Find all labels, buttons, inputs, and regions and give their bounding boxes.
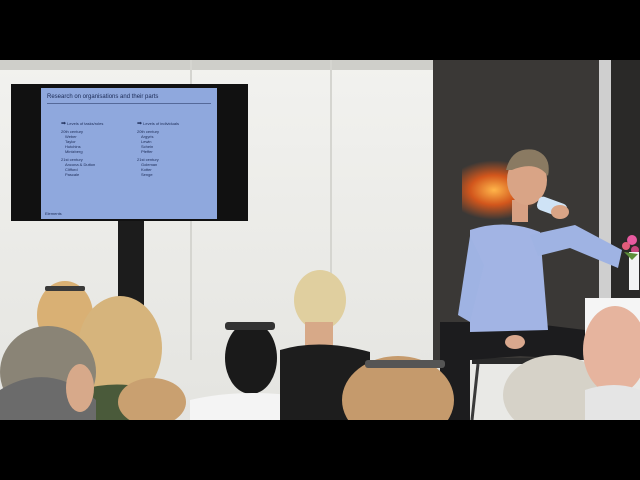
audience-head <box>294 270 346 330</box>
sunglasses-icon <box>365 360 445 368</box>
letterbox-top <box>0 0 640 60</box>
audience-head <box>225 322 277 394</box>
video-frame: Research on organisations and their part… <box>0 60 640 420</box>
audience <box>0 270 640 420</box>
sunglasses-icon <box>45 286 85 291</box>
letterbox-bottom <box>0 420 640 480</box>
sunglasses-icon <box>225 322 275 330</box>
